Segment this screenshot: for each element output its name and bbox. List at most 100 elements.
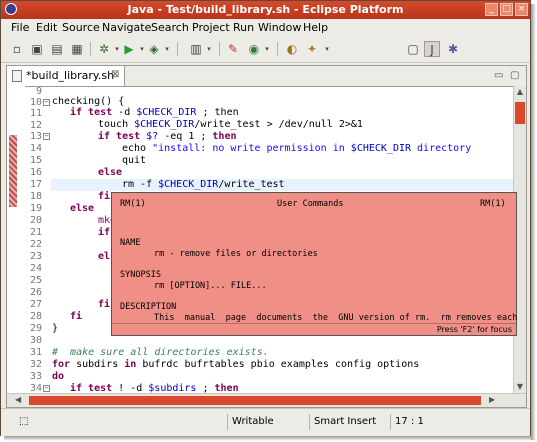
- line-number: 33: [29, 371, 42, 382]
- menu-project[interactable]: Project: [192, 21, 230, 34]
- menu-search[interactable]: Search: [151, 21, 189, 34]
- print-icon[interactable]: ▤: [49, 41, 65, 57]
- line-number: 30: [29, 335, 42, 346]
- line-number: 21: [29, 227, 42, 238]
- man-header-center: User Commands: [277, 199, 344, 209]
- horizontal-scrollbar[interactable]: ◀ ▶: [7, 393, 526, 407]
- man-header-right: RM(1): [480, 199, 506, 209]
- menu-edit[interactable]: Edit: [36, 21, 57, 34]
- line-number: 15: [29, 155, 42, 166]
- line-number: 27: [29, 299, 42, 310]
- menu-run[interactable]: Run: [233, 21, 254, 34]
- close-button[interactable]: ×: [515, 3, 528, 16]
- focus-hint: Press 'F2' for focus: [112, 323, 516, 335]
- minimize-editor-icon[interactable]: ▭: [494, 70, 503, 81]
- external-tools-dropdown-icon[interactable]: ▾: [159, 41, 175, 57]
- vertical-scroll-thumb[interactable]: [515, 102, 525, 124]
- hover-popup[interactable]: RM(1) User Commands RM(1) NAME rm - remo…: [111, 192, 517, 336]
- code-keyword: for: [52, 359, 71, 370]
- code-variable: $CHECK_DIR: [350, 143, 412, 154]
- coverage-dropdown-icon[interactable]: ▾: [259, 41, 275, 57]
- code-line: for subdirs in bufrdc bufrtables pbio ex…: [52, 359, 419, 370]
- status-insert-mode: Smart Insert: [309, 414, 394, 430]
- man-name-heading: NAME: [120, 238, 141, 248]
- man-name-text: rm - remove files or directories: [154, 249, 318, 259]
- new-file-icon[interactable]: ▫: [9, 41, 25, 57]
- line-number: 31: [29, 347, 42, 358]
- code-keyword: else: [70, 203, 95, 214]
- maximize-button[interactable]: □: [500, 3, 513, 16]
- toolbar-separator: [277, 42, 278, 56]
- window-shadow: [531, 4, 536, 440]
- line-number: 12: [29, 120, 42, 131]
- code-text: /write_test > /dev/null 2>&1: [194, 119, 363, 130]
- man-header-left: RM(1): [120, 199, 146, 209]
- open-type-icon[interactable]: ◐: [284, 41, 300, 57]
- code-keyword: if test: [98, 131, 141, 142]
- scroll-down-icon[interactable]: ▼: [514, 381, 526, 393]
- close-tab-icon[interactable]: ⊠: [111, 69, 119, 80]
- code-line: else: [98, 167, 122, 178]
- line-number: 17: [29, 179, 42, 190]
- file-icon: [12, 70, 22, 82]
- code-text: bufrdc bufrtables pbio examples config o…: [136, 359, 420, 370]
- code-text: subdirs: [70, 359, 125, 370]
- code-keyword: in: [124, 359, 137, 370]
- perspective-icon[interactable]: ▢: [405, 41, 421, 57]
- window-title: Java - Test/build_library.sh - Eclipse P…: [127, 3, 404, 16]
- line-number: 29: [29, 323, 42, 334]
- code-keyword: do: [52, 371, 65, 382]
- menu-window[interactable]: Window: [258, 21, 301, 34]
- code-line: if test -d $CHECK_DIR ; then: [70, 107, 239, 118]
- save-all-icon[interactable]: ▦: [69, 41, 85, 57]
- window-shadow: [4, 436, 535, 441]
- code-variable: $CHECK_DIR: [158, 179, 219, 190]
- code-line: # make sure all directories exists.: [52, 347, 269, 358]
- scroll-right-icon[interactable]: ▶: [489, 394, 495, 406]
- code-line: rm -f $CHECK_DIR/write_test: [122, 179, 285, 190]
- tab-build-library[interactable]: *build_library.sh ⊠: [7, 66, 125, 86]
- save-icon[interactable]: ▣: [29, 41, 45, 57]
- code-text: -eq 1 ;: [158, 131, 213, 142]
- new-dropdown-icon[interactable]: ▾: [201, 41, 217, 57]
- menu-navigate[interactable]: Navigate: [102, 21, 151, 34]
- scroll-left-icon[interactable]: ◀: [15, 394, 21, 406]
- maximize-editor-icon[interactable]: ▢: [510, 70, 519, 81]
- minimize-button[interactable]: _: [485, 3, 498, 16]
- code-line: fi: [98, 191, 110, 202]
- code-text: }: [52, 323, 59, 334]
- line-number: 25: [29, 275, 42, 286]
- title-bar[interactable]: Java - Test/build_library.sh - Eclipse P…: [1, 1, 530, 19]
- line-number: 16: [29, 167, 42, 178]
- menu-source[interactable]: Source: [62, 21, 100, 34]
- code-variable: $CHECK_DIR: [134, 119, 195, 130]
- search-icon[interactable]: ✎: [225, 41, 241, 57]
- menu-help[interactable]: Help: [303, 21, 328, 34]
- code-text: ; then: [196, 107, 239, 118]
- debug-perspective-icon[interactable]: ✱: [445, 41, 461, 57]
- code-line: echo "install: no write permission in $C…: [122, 143, 471, 154]
- fast-view-icon[interactable]: ⬚: [15, 414, 28, 430]
- toolbar-separator: [219, 42, 220, 56]
- code-line: checking() {: [52, 96, 124, 107]
- line-number: 18: [29, 191, 42, 202]
- line-number: 13: [29, 131, 42, 142]
- scroll-up-icon[interactable]: ▲: [514, 86, 526, 98]
- line-number: 20: [29, 215, 42, 226]
- overview-ruler: [7, 86, 25, 393]
- fold-toggle-icon[interactable]: −: [43, 99, 50, 106]
- java-perspective-icon[interactable]: J: [424, 41, 440, 57]
- line-number: 10: [29, 97, 42, 108]
- code-keyword: if test: [70, 107, 113, 118]
- line-number: 26: [29, 287, 42, 298]
- annotate-icon[interactable]: ✦: [304, 41, 320, 57]
- code-keyword: else: [98, 167, 123, 178]
- menu-file[interactable]: File: [11, 21, 29, 34]
- horizontal-scroll-thumb[interactable]: [29, 396, 481, 405]
- fold-toggle-icon[interactable]: −: [43, 133, 50, 140]
- line-number: 14: [29, 143, 42, 154]
- fold-toggle-icon[interactable]: −: [43, 385, 50, 392]
- code-text: echo: [122, 143, 153, 154]
- code-line: fi: [70, 311, 82, 322]
- annotate-dropdown-icon[interactable]: ▾: [319, 41, 335, 57]
